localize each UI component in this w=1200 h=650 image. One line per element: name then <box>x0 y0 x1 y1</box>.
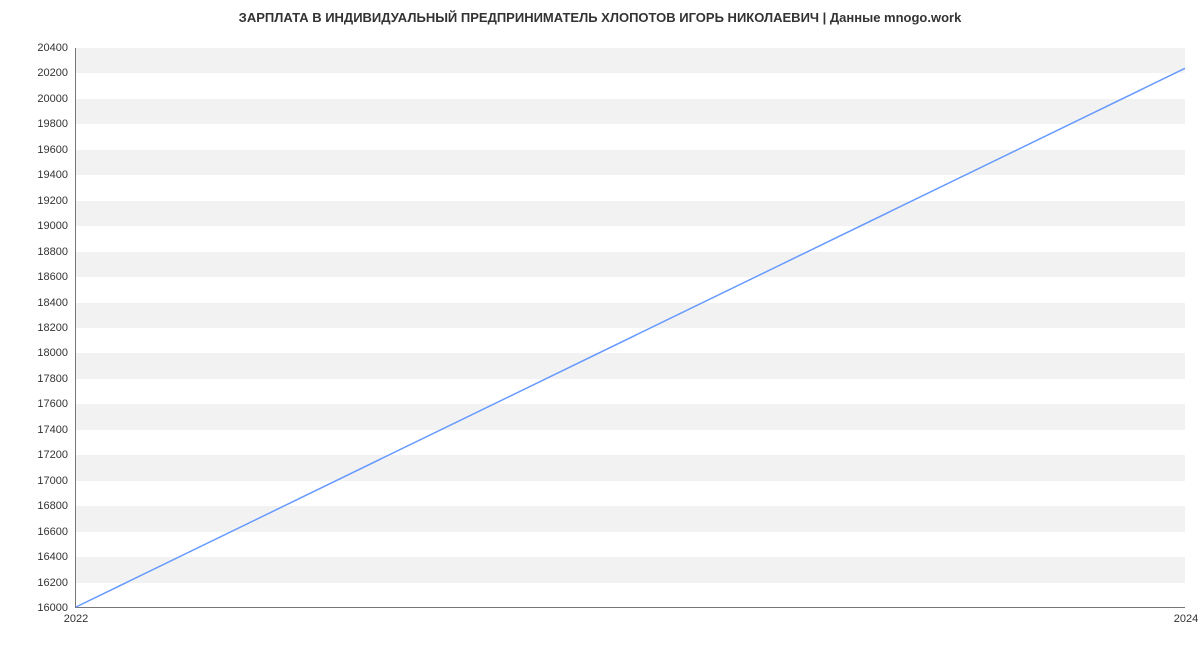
y-tick-label: 20400 <box>37 42 76 54</box>
y-tick-label: 17000 <box>37 475 76 487</box>
x-tick-label: 2022 <box>64 607 88 625</box>
y-tick-label: 16200 <box>37 577 76 589</box>
y-tick-label: 17800 <box>37 373 76 385</box>
x-tick-label: 2024 <box>1174 607 1198 625</box>
y-tick-label: 16600 <box>37 526 76 538</box>
y-tick-label: 18400 <box>37 297 76 309</box>
y-tick-label: 19800 <box>37 118 76 130</box>
y-tick-label: 20000 <box>37 93 76 105</box>
y-tick-label: 17200 <box>37 449 76 461</box>
y-tick-label: 17400 <box>37 424 76 436</box>
chart-container: ЗАРПЛАТА В ИНДИВИДУАЛЬНЫЙ ПРЕДПРИНИМАТЕЛ… <box>0 0 1200 650</box>
y-tick-label: 19000 <box>37 220 76 232</box>
plot-area: 1600016200164001660016800170001720017400… <box>75 48 1185 608</box>
y-tick-label: 18800 <box>37 246 76 258</box>
y-tick-label: 17600 <box>37 398 76 410</box>
y-tick-label: 18200 <box>37 322 76 334</box>
y-tick-label: 19200 <box>37 195 76 207</box>
series-line <box>76 68 1185 607</box>
chart-title: ЗАРПЛАТА В ИНДИВИДУАЛЬНЫЙ ПРЕДПРИНИМАТЕЛ… <box>0 10 1200 25</box>
y-tick-label: 20200 <box>37 67 76 79</box>
y-tick-label: 16800 <box>37 500 76 512</box>
y-tick-label: 19600 <box>37 144 76 156</box>
y-tick-label: 16400 <box>37 551 76 563</box>
line-series <box>76 48 1185 607</box>
y-tick-label: 19400 <box>37 169 76 181</box>
y-tick-label: 18600 <box>37 271 76 283</box>
y-tick-label: 18000 <box>37 347 76 359</box>
